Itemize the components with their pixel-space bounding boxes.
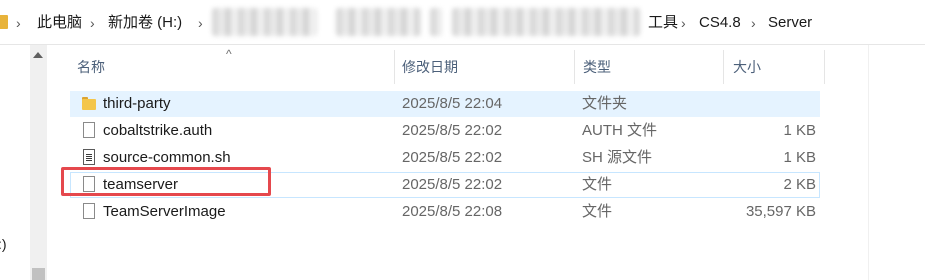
breadcrumb-item-this-pc[interactable]: 此电脑 — [37, 13, 82, 33]
sort-ascending-icon: ^ — [226, 47, 232, 61]
redacted-path-segment — [212, 8, 317, 36]
pane-divider — [868, 45, 869, 280]
chevron-right-icon: › — [681, 15, 686, 31]
file-date: 2025/8/5 22:02 — [402, 149, 503, 166]
file-type: 文件 — [582, 203, 613, 220]
redacted-path-segment — [336, 8, 421, 36]
nav-item-label[interactable]: :) — [0, 236, 7, 252]
file-icon — [83, 203, 95, 219]
column-header-date-modified[interactable]: 修改日期 — [402, 55, 458, 83]
column-divider[interactable] — [824, 50, 825, 84]
navigation-scrollbar[interactable] — [30, 45, 47, 280]
file-type: 文件 — [582, 176, 613, 193]
red-highlight-annotation — [61, 167, 271, 196]
file-row-teamserverimage[interactable]: TeamServerImage 2025/8/5 22:08 文件 35,597… — [70, 199, 820, 225]
address-bar[interactable]: › 此电脑 › 新加卷 (H:) › 工具 › CS4.8 › Server — [0, 0, 925, 45]
file-size: 1 KB — [783, 149, 816, 166]
column-divider[interactable] — [394, 50, 395, 84]
redacted-path-segment — [430, 8, 442, 36]
folder-icon — [0, 15, 8, 29]
chevron-right-icon: › — [16, 15, 21, 31]
navigation-pane — [0, 45, 56, 280]
column-header-size[interactable]: 大小 — [733, 55, 761, 83]
file-date: 2025/8/5 22:04 — [402, 95, 503, 112]
column-divider[interactable] — [574, 50, 575, 84]
file-date: 2025/8/5 22:08 — [402, 203, 503, 220]
breadcrumb-item-server[interactable]: Server — [768, 13, 812, 33]
chevron-right-icon: › — [198, 15, 203, 31]
file-type: 文件夹 — [582, 95, 628, 112]
file-name: cobaltstrike.auth — [103, 122, 213, 139]
file-size: 35,597 KB — [745, 203, 816, 220]
file-icon — [83, 122, 95, 138]
file-type: SH 源文件 — [582, 149, 653, 166]
file-name: TeamServerImage — [103, 203, 226, 220]
file-size: 1 KB — [783, 122, 816, 139]
folder-icon — [82, 97, 96, 111]
file-size: 2 KB — [783, 176, 816, 193]
scrollbar-thumb[interactable] — [32, 268, 45, 280]
redacted-path-segment — [452, 8, 640, 36]
chevron-right-icon: › — [751, 15, 756, 31]
file-date: 2025/8/5 22:02 — [402, 176, 503, 193]
column-divider[interactable] — [723, 50, 724, 84]
chevron-right-icon: › — [90, 15, 95, 31]
script-file-icon — [83, 149, 95, 165]
scroll-up-icon[interactable] — [33, 52, 43, 58]
file-name: third-party — [103, 95, 171, 112]
breadcrumb-item-cs48[interactable]: CS4.8 — [699, 13, 741, 33]
breadcrumb-item-tools[interactable]: 工具 — [648, 13, 678, 33]
breadcrumb-item-drive-h[interactable]: 新加卷 (H:) — [108, 13, 182, 33]
file-row-cobaltstrike-auth[interactable]: cobaltstrike.auth 2025/8/5 22:02 AUTH 文件… — [70, 118, 820, 144]
file-row-third-party[interactable]: third-party 2025/8/5 22:04 文件夹 — [70, 91, 820, 117]
file-date: 2025/8/5 22:02 — [402, 122, 503, 139]
file-type: AUTH 文件 — [582, 122, 658, 139]
column-header-name[interactable]: 名称 — [77, 55, 105, 83]
column-header-type[interactable]: 类型 — [583, 55, 611, 83]
